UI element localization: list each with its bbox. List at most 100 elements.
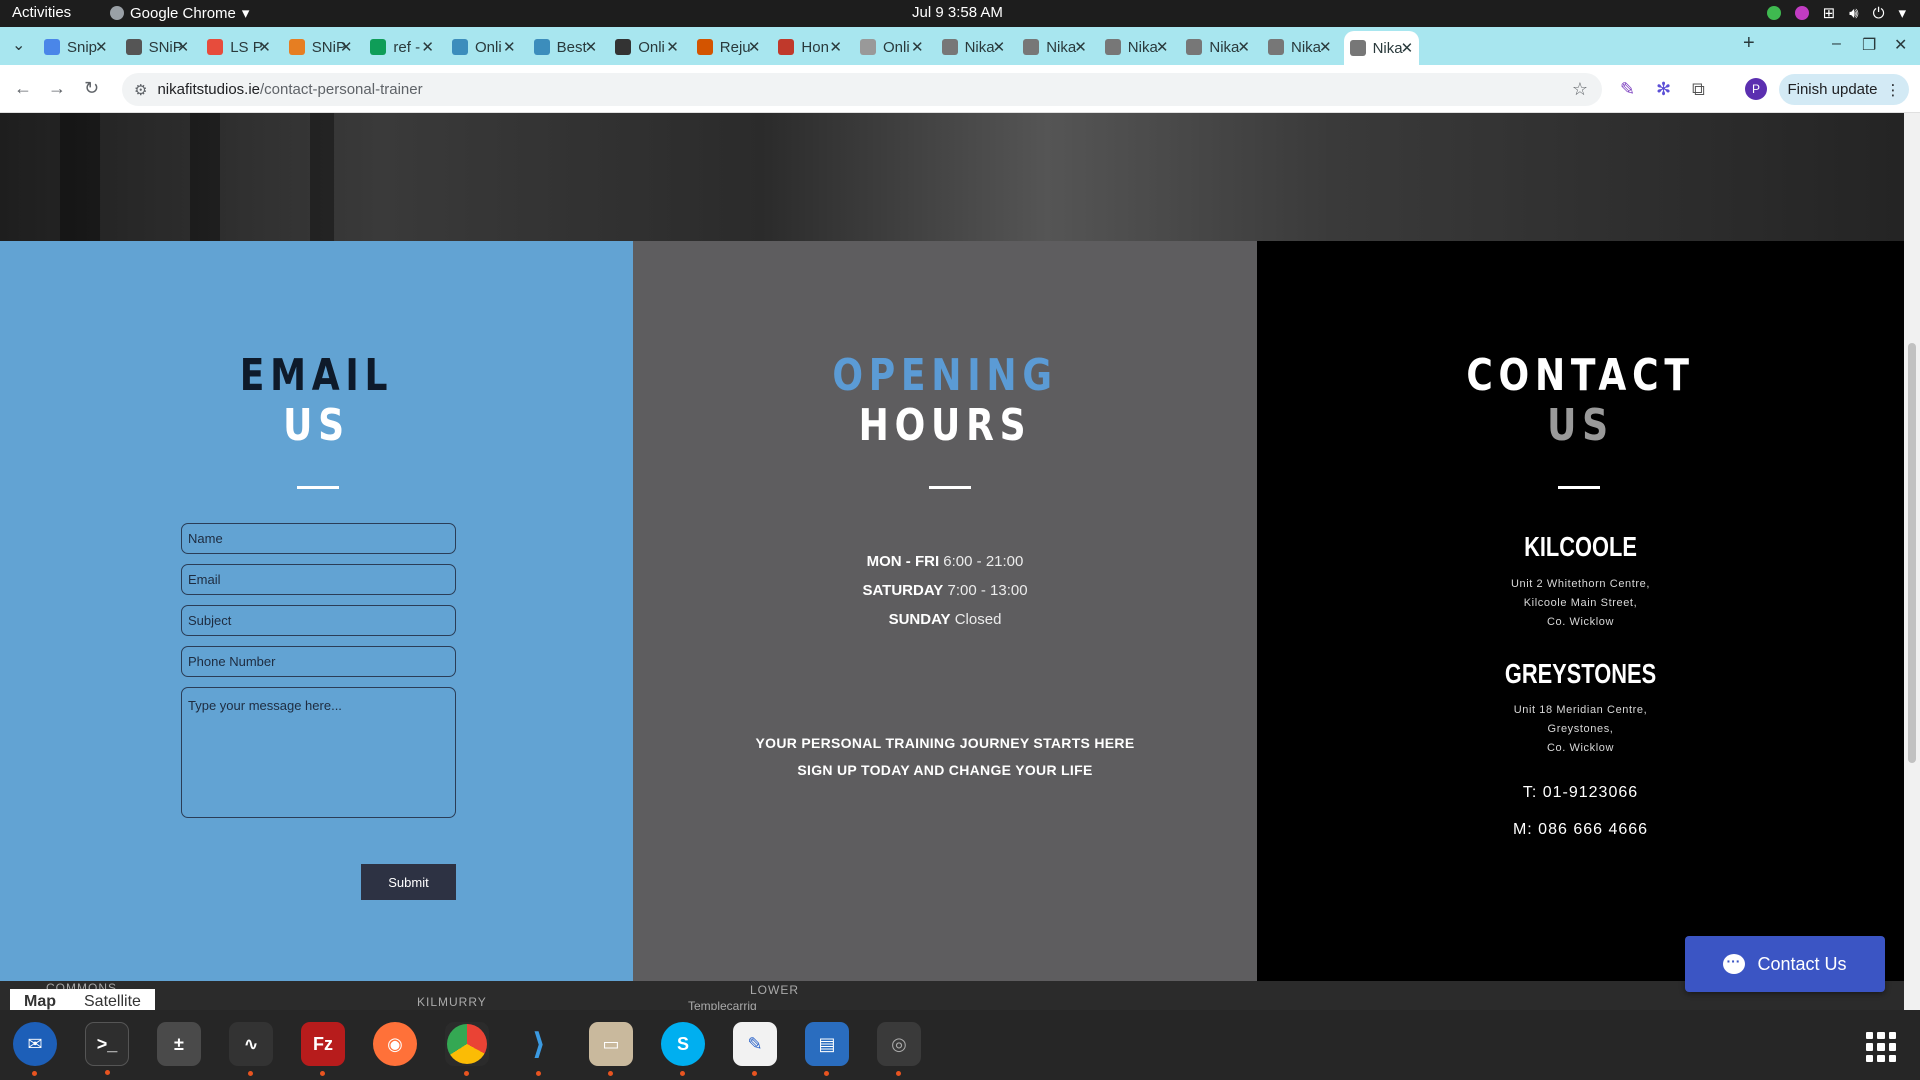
tab-close-icon[interactable]: ✕ (258, 38, 271, 56)
address-line: Co. Wicklow (1546, 616, 1615, 628)
email-title-line2: US (283, 400, 350, 451)
tab-close-icon[interactable]: ✕ (95, 38, 108, 56)
address-line: Unit 2 Whitethorn Centre, (1510, 578, 1651, 590)
skype-icon[interactable]: S (661, 1022, 705, 1076)
show-apps-grid-icon[interactable] (1866, 1032, 1896, 1062)
satellite-tab[interactable]: Satellite (70, 989, 155, 1010)
new-tab-button[interactable]: + (1743, 32, 1755, 55)
finish-update-button[interactable]: Finish update ⋮ (1779, 74, 1909, 105)
telephone-number[interactable]: T: 01-9123066 (1257, 784, 1904, 802)
system-monitor-icon[interactable]: ∿ (229, 1022, 273, 1076)
map-place-label: Templecarrig (688, 999, 757, 1010)
browser-tab[interactable]: Hon ✕ (772, 33, 848, 61)
browser-tab[interactable]: Nika ✕ (936, 33, 1012, 61)
tab-close-icon[interactable]: ✕ (993, 38, 1006, 56)
tab-close-icon[interactable]: ✕ (1319, 38, 1332, 56)
close-window-icon[interactable]: ✕ (1894, 35, 1907, 55)
browser-tab[interactable]: Nika ✕ (1262, 33, 1338, 61)
back-icon[interactable]: ← (14, 78, 32, 99)
calculator-icon[interactable]: ± (157, 1022, 201, 1066)
tab-close-icon[interactable]: ✕ (585, 38, 598, 56)
tab-close-icon[interactable]: ✕ (911, 38, 924, 56)
profile-avatar[interactable]: P (1745, 78, 1767, 100)
restore-icon[interactable]: ❐ (1862, 35, 1876, 55)
files-icon[interactable]: ▭ (589, 1022, 633, 1076)
map-tab[interactable]: Map (10, 989, 70, 1010)
browser-tab[interactable]: Onli ✕ (609, 33, 685, 61)
map-embed[interactable]: COMMONS KILMURRY LOWER Templecarrig Map … (0, 981, 1904, 1010)
bookmark-star-icon[interactable]: ☆ (1572, 79, 1588, 100)
snowflake-extension-icon[interactable]: ✻ (1656, 79, 1671, 100)
page-scrollbar[interactable] (1904, 113, 1920, 1010)
hours-time: Closed (954, 611, 1002, 628)
subject-field[interactable] (181, 605, 456, 636)
hours-time: 6:00 - 21:00 (943, 553, 1024, 570)
reload-icon[interactable]: ↻ (84, 78, 99, 99)
browser-tab[interactable]: Nika ✕ (1343, 31, 1420, 65)
text-editor-icon[interactable]: ✎ (733, 1022, 777, 1076)
tab-favicon-icon (696, 39, 713, 55)
power-icon: ⏻ (1872, 4, 1885, 22)
chevron-down-icon: ▾ (241, 5, 250, 22)
system-tray[interactable]: ⊞ 🔊︎ ⏻ ▾ (1766, 4, 1906, 22)
app-menu-label: Google Chrome (130, 4, 236, 22)
browser-tab[interactable]: Nika ✕ (1180, 33, 1256, 61)
firefox-icon[interactable]: ◉ (373, 1022, 417, 1066)
tab-close-icon[interactable]: ✕ (1074, 38, 1087, 56)
name-field[interactable] (181, 523, 456, 554)
browser-tab[interactable]: Best ✕ (528, 33, 604, 61)
site-info-icon[interactable]: ⚙ (134, 81, 147, 99)
tab-close-icon[interactable]: ✕ (503, 38, 516, 56)
address-line: Kilcoole Main Street, (1523, 597, 1638, 609)
tab-close-icon[interactable]: ✕ (1401, 39, 1414, 57)
submit-button[interactable]: Submit (361, 864, 456, 900)
forward-icon[interactable]: → (48, 78, 66, 99)
browser-tab[interactable]: Nika ✕ (1017, 33, 1093, 61)
activities-button[interactable]: Activities (12, 4, 71, 21)
disk-icon[interactable]: ◎ (877, 1022, 921, 1076)
browser-toolbar: ← → ↻ ⚙ nikafitstudios.ie/contact-person… (0, 65, 1920, 113)
color-picker-icon (1794, 6, 1809, 20)
tab-close-icon[interactable]: ✕ (421, 38, 434, 56)
extensions-puzzle-icon[interactable]: ⧉ (1692, 79, 1705, 100)
tab-search-icon[interactable]: ⌄ (12, 35, 25, 55)
location-name: KILCOOLE (1524, 531, 1637, 562)
browser-tab[interactable]: Reju ✕ (691, 33, 767, 61)
vscode-icon[interactable]: ⟩ (517, 1022, 561, 1076)
tab-close-icon[interactable]: ✕ (829, 38, 842, 56)
browser-tab[interactable]: ref - ✕ (364, 33, 440, 61)
clock[interactable]: Jul 9 3:58 AM (912, 4, 1003, 21)
pen-extension-icon[interactable]: ✎ (1620, 79, 1635, 100)
writer-document-icon[interactable]: ▤ (805, 1022, 849, 1076)
filezilla-icon[interactable]: Fz (301, 1022, 345, 1076)
phone-field[interactable] (181, 646, 456, 677)
terminal-icon[interactable]: >_ (85, 1022, 129, 1075)
message-field[interactable] (181, 687, 456, 818)
tab-close-icon[interactable]: ✕ (1156, 38, 1169, 56)
ubuntu-dock: ✉ >_ ± ∿ Fz ◉ ⟩ ▭ S ✎ ▤ ◎ (0, 1010, 1920, 1080)
browser-tab[interactable]: Onli ✕ (854, 33, 930, 61)
tab-close-icon[interactable]: ✕ (666, 38, 679, 56)
address-bar[interactable]: ⚙ nikafitstudios.ie/contact-personal-tra… (122, 73, 1602, 106)
browser-tab[interactable]: SNiP ✕ (283, 33, 359, 61)
tab-close-icon[interactable]: ✕ (177, 38, 190, 56)
tab-favicon-icon (1186, 39, 1203, 55)
browser-tab[interactable]: Nika ✕ (1099, 33, 1175, 61)
minimize-icon[interactable]: – (1832, 35, 1841, 53)
app-menu[interactable]: Google Chrome ▾ (110, 4, 249, 22)
thunderbird-icon[interactable]: ✉ (13, 1022, 57, 1076)
contact-us-widget-button[interactable]: Contact Us (1685, 936, 1885, 992)
tab-close-icon[interactable]: ✕ (748, 38, 761, 56)
page-viewport: EMAIL US Submit OPENING HOURS MON - FRI … (0, 113, 1904, 1010)
email-field[interactable] (181, 564, 456, 595)
browser-tab[interactable]: Snip ✕ (38, 33, 114, 61)
address-line: Unit 18 Meridian Centre, (1513, 704, 1648, 716)
tab-close-icon[interactable]: ✕ (1237, 38, 1250, 56)
tab-close-icon[interactable]: ✕ (340, 38, 353, 56)
browser-tab[interactable]: LS P ✕ (201, 33, 277, 61)
mobile-number[interactable]: M: 086 666 4666 (1257, 821, 1904, 839)
google-chrome-icon[interactable] (445, 1022, 489, 1076)
scrollbar-thumb[interactable] (1908, 343, 1916, 763)
browser-tab[interactable]: SNiP ✕ (120, 33, 196, 61)
browser-tab[interactable]: Onli ✕ (446, 33, 522, 61)
